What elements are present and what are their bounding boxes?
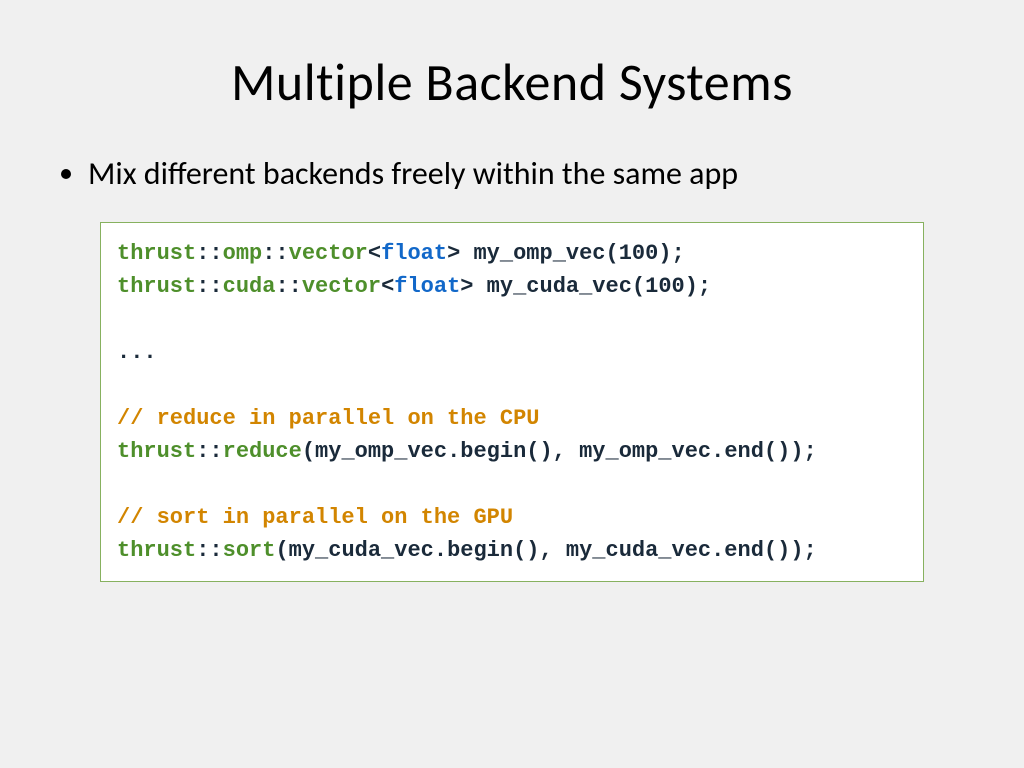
code-token: float — [394, 274, 460, 299]
code-comment: // reduce in parallel on the CPU — [117, 406, 539, 431]
code-token: :: — [196, 274, 222, 299]
code-comment: // sort in parallel on the GPU — [117, 505, 513, 530]
code-line: thrust::cuda::vector<float> my_cuda_vec(… — [117, 274, 711, 299]
code-token: :: — [196, 538, 222, 563]
code-token: :: — [275, 274, 301, 299]
code-token: :: — [262, 241, 288, 266]
slide: Multiple Backend Systems Mix different b… — [0, 0, 1024, 768]
code-token: thrust — [117, 274, 196, 299]
code-token: my_omp_vec(100); — [460, 241, 684, 266]
code-token: < — [368, 241, 381, 266]
code-token: (my_omp_vec.begin(), my_omp_vec.end()); — [302, 439, 817, 464]
code-line: thrust::reduce(my_omp_vec.begin(), my_om… — [117, 439, 817, 464]
code-token: > — [460, 274, 473, 299]
code-token: (my_cuda_vec.begin(), my_cuda_vec.end())… — [275, 538, 816, 563]
code-token: vector — [289, 241, 368, 266]
code-token: float — [381, 241, 447, 266]
code-token: sort — [223, 538, 276, 563]
code-token: vector — [302, 274, 381, 299]
code-line: thrust::omp::vector<float> my_omp_vec(10… — [117, 241, 685, 266]
code-token: :: — [196, 241, 222, 266]
bullet-item: Mix different backends freely within the… — [88, 154, 964, 194]
bullet-list: Mix different backends freely within the… — [60, 154, 964, 194]
slide-title: Multiple Backend Systems — [60, 50, 964, 114]
code-line: thrust::sort(my_cuda_vec.begin(), my_cud… — [117, 538, 817, 563]
code-token: :: — [196, 439, 222, 464]
code-token: thrust — [117, 241, 196, 266]
code-token: cuda — [223, 274, 276, 299]
code-block: thrust::omp::vector<float> my_omp_vec(10… — [100, 222, 924, 582]
code-token: > — [447, 241, 460, 266]
code-token: my_cuda_vec(100); — [473, 274, 711, 299]
code-token: reduce — [223, 439, 302, 464]
code-token: < — [381, 274, 394, 299]
code-token: thrust — [117, 439, 196, 464]
code-token: omp — [223, 241, 263, 266]
code-line: ... — [117, 340, 157, 365]
code-token: thrust — [117, 538, 196, 563]
